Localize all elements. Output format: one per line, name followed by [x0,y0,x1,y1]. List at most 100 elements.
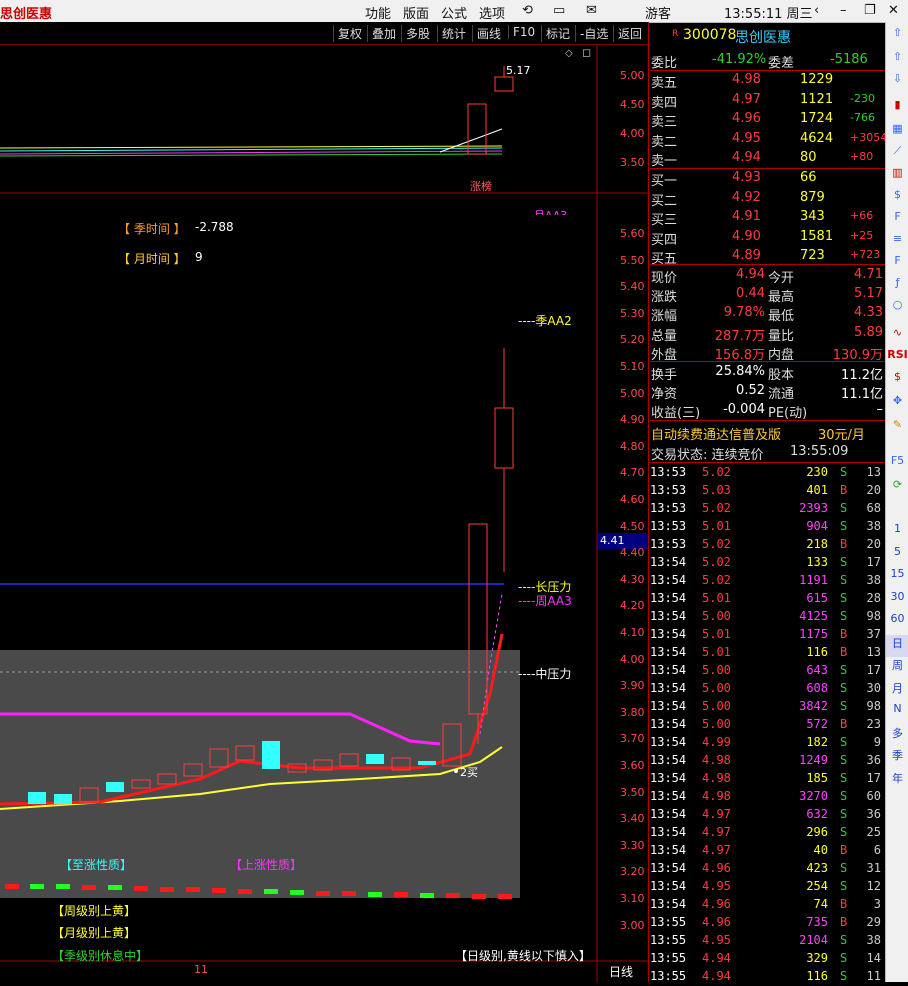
trade-row: 13:54 4.95 254 S 12 [650,879,881,893]
ask-row: 卖三 4.96 1724 -766 [651,111,875,130]
period-button-季[interactable]: 季 [886,747,908,769]
trade-row: 13:54 5.00 3842 S 98 [650,699,881,713]
expand-icon[interactable]: ◻ [582,46,591,59]
close-icon[interactable]: ✕ [888,3,899,18]
title-bar: 思创医惠 功能 版面 公式 选项 ⟲ ▭ ✉ 游客 13:55:11 周三 ‹ … [0,0,908,23]
trade-row: 13:54 4.97 632 S 36 [650,807,881,821]
rsi-icon[interactable]: RSI [886,348,908,370]
signal-5: 【季级别休息中】 [52,949,149,963]
trade-row: 13:54 5.01 1175 B 37 [650,627,881,641]
main-tick: 5.30 [620,306,645,320]
period-button-月[interactable]: 月 [886,680,908,702]
main-tick: 4.50 [620,519,645,533]
trade-row: 13:54 5.00 643 S 17 [650,663,881,677]
kline-icon[interactable]: ▥ [886,166,908,188]
main-tick: 4.00 [620,652,645,666]
chart-icon[interactable]: ▮ [886,98,908,120]
main-tick: 3.50 [620,785,645,799]
buy-signal: 2买 [460,766,478,779]
line-icon[interactable]: ⟋ [886,144,908,166]
period-button-多[interactable]: 多 [886,725,908,747]
back-icon[interactable]: ‹ [814,3,819,18]
period-button-5[interactable]: 5 [886,545,908,567]
signal-2: 【上涨性质】 [230,858,303,872]
bid-row: 买四 4.90 1581 +25 [651,228,874,248]
pen-icon[interactable]: ✎ [886,418,908,440]
trade-row: 13:55 4.96 735 B 29 [650,915,881,929]
toolbar-overlay[interactable]: 叠加 [367,25,400,42]
period-button-15[interactable]: 15 [886,567,908,589]
trade-row: 13:54 4.99 182 S 9 [650,735,881,749]
kline-chart[interactable] [0,44,648,982]
f2-icon[interactable]: F [886,254,908,276]
quote-row: 外盘 156.8万 内盘 130.9万 [651,347,883,363]
down-arrow-icon[interactable]: ⇩ [886,72,908,94]
main-tick: 3.60 [620,759,645,772]
menu-formula[interactable]: 公式 [441,3,467,22]
toolbar-adjust[interactable]: 复权 [333,25,366,42]
copy-icon[interactable]: ▭ [553,3,565,18]
formula-icon[interactable]: ƒ [886,276,908,298]
quote-row: 总量 287.7万 量比 5.89 [651,324,883,344]
clock: 13:55:11 周三 [724,7,813,22]
indicator-month-label: 【 月时间 】 [118,252,186,266]
period-button-年[interactable]: 年 [886,770,908,792]
toolbar-draw[interactable]: 画线 [472,25,505,42]
period-button-60[interactable]: 60 [886,612,908,634]
restore-icon[interactable]: ❐ [864,3,876,18]
circle-icon[interactable]: ○ [886,298,908,320]
period-button-周[interactable]: 周 [886,657,908,679]
main-tick: 3.10 [620,892,645,905]
menu-function[interactable]: 功能 [365,3,391,22]
main-tick: 3.00 [620,918,645,932]
quote-row: 净资 0.52 流通 11.1亿 [651,383,883,403]
f5-icon[interactable]: F5 [886,454,908,476]
main-tick: 3.80 [620,705,645,719]
period-button-N[interactable]: N [886,702,908,724]
trade-row: 13:54 5.01 116 B 13 [650,645,881,659]
trade-row: 13:54 4.96 74 B 3 [650,897,881,911]
ask-row: 卖四 4.97 1121 -230 [651,91,875,111]
minimize-icon[interactable]: – [840,3,847,18]
ad-row[interactable]: 自动续费通达信普及版 30元/月 [650,423,885,443]
trade-row: 13:53 5.02 2393 S 68 [650,501,881,515]
menu-layout[interactable]: 版面 [403,3,429,22]
up-arrow-icon[interactable]: ⇧ [886,50,908,72]
toolbar-f10[interactable]: F10 [508,25,539,39]
period-button-30[interactable]: 30 [886,590,908,612]
period-button-日[interactable]: 日 [886,634,908,657]
move-icon[interactable]: ✥ [886,394,908,416]
main-tick: 5.40 [620,280,645,294]
trade-row: 13:54 4.97 40 B 6 [650,843,881,857]
trade-row: 13:54 5.01 615 S 28 [650,591,881,605]
ask-row: 卖一 4.94 80 +80 [651,150,874,169]
label-week-aa3: ----周AA3 [518,594,572,608]
fund-icon[interactable]: $ [886,188,908,210]
main-tick: 4.60 [620,493,645,506]
money-icon[interactable]: $ [886,370,908,392]
wave-icon[interactable]: ∿ [886,326,908,348]
up-icon[interactable]: ⇧ [886,26,908,48]
toolbar-mark[interactable]: 标记 [541,25,574,42]
period-button-1[interactable]: 1 [886,522,908,544]
toolbar-multi[interactable]: 多股 [401,25,434,42]
upper-tick: 3.50 [620,156,645,169]
refresh-icon[interactable]: ⟲ [522,3,533,18]
trade-row: 13:54 4.98 1249 S 36 [650,753,881,767]
signal-6: 【日级别,黄线以下慎入】 [455,949,591,963]
toolbar-watchlist[interactable]: -自选 [575,25,612,42]
f10-icon[interactable]: F [886,210,908,232]
mail-icon[interactable]: ✉ [586,3,597,18]
main-tick: 3.40 [620,812,645,826]
grid-icon[interactable]: ▦ [886,122,908,144]
toolbar-stats[interactable]: 统计 [437,25,470,42]
current-price-tag: 4.41 [600,534,625,547]
fx-icon[interactable]: ≡ [886,232,908,254]
period-label[interactable]: 日线 [609,963,633,980]
diamond-icon[interactable]: ◇ [565,48,573,59]
refresh-side-icon[interactable]: ⟳ [886,478,908,500]
main-tick: 4.80 [620,439,645,453]
upper-tick: 4.00 [620,127,645,140]
menu-options[interactable]: 选项 [479,3,505,22]
toolbar-back[interactable]: 返回 [613,25,646,42]
